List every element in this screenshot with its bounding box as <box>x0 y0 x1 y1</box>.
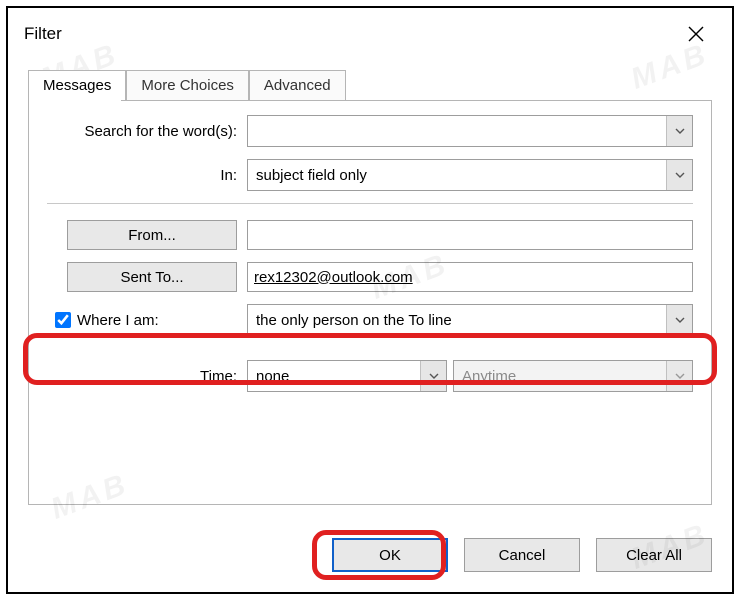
tab-more-choices[interactable]: More Choices <box>126 70 249 100</box>
where-i-am-combo[interactable]: the only person on the To line <box>247 304 693 336</box>
dialog-button-row: OK Cancel Clear All <box>332 538 712 572</box>
cancel-button-label: Cancel <box>499 547 546 564</box>
in-combo[interactable]: subject field only <box>247 159 693 191</box>
time-value: none <box>248 368 420 385</box>
where-i-am-label: Where I am: <box>77 312 159 329</box>
divider <box>47 203 693 204</box>
titlebar: Filter <box>10 10 730 56</box>
where-i-am-value: the only person on the To line <box>248 312 666 329</box>
tab-messages[interactable]: Messages <box>28 70 126 100</box>
search-combo[interactable] <box>247 115 693 147</box>
time-range-value: Anytime <box>454 368 666 385</box>
time-range-combo: Anytime <box>453 360 693 392</box>
search-dropdown-button[interactable] <box>666 116 692 146</box>
where-i-am-dropdown-button[interactable] <box>666 305 692 335</box>
tab-more-choices-label: More Choices <box>141 77 234 94</box>
tab-messages-label: Messages <box>43 77 111 94</box>
chevron-down-icon <box>675 126 685 136</box>
in-value: subject field only <box>248 167 666 184</box>
dialog-frame: Filter Messages More Choices Advanced <box>6 6 734 594</box>
time-dropdown-button[interactable] <box>420 361 446 391</box>
where-i-am-checkbox[interactable] <box>55 312 71 328</box>
cancel-button[interactable]: Cancel <box>464 538 580 572</box>
in-dropdown-button[interactable] <box>666 160 692 190</box>
tab-advanced-label: Advanced <box>264 77 331 94</box>
in-label: In: <box>47 167 247 184</box>
sent-to-input[interactable]: rex12302@outlook.com <box>247 262 693 292</box>
chevron-down-icon <box>675 170 685 180</box>
time-label: Time: <box>47 368 247 385</box>
row-search: Search for the word(s): <box>47 115 693 147</box>
tab-advanced[interactable]: Advanced <box>249 70 346 100</box>
tab-panel-messages: Search for the word(s): In: subject fiel… <box>28 100 712 505</box>
time-combo[interactable]: none <box>247 360 447 392</box>
clear-all-button[interactable]: Clear All <box>596 538 712 572</box>
chevron-down-icon <box>675 371 685 381</box>
row-where-i-am: Where I am: the only person on the To li… <box>47 304 693 336</box>
close-icon <box>688 26 704 42</box>
from-button[interactable]: From... <box>67 220 237 250</box>
close-button[interactable] <box>676 18 716 50</box>
filter-dialog: Filter Messages More Choices Advanced <box>10 10 730 590</box>
search-label: Search for the word(s): <box>47 123 247 140</box>
from-input[interactable] <box>247 220 693 250</box>
sent-to-button-label: Sent To... <box>120 269 183 286</box>
row-from: From... <box>47 220 693 250</box>
dialog-title: Filter <box>24 24 62 44</box>
time-range-dropdown-button <box>666 361 692 391</box>
sent-to-button[interactable]: Sent To... <box>67 262 237 292</box>
ok-button[interactable]: OK <box>332 538 448 572</box>
row-time: Time: none Anytime <box>47 360 693 392</box>
tab-strip: Messages More Choices Advanced <box>28 70 730 100</box>
chevron-down-icon <box>429 371 439 381</box>
ok-button-label: OK <box>379 547 401 564</box>
row-sent-to: Sent To... rex12302@outlook.com <box>47 262 693 292</box>
sent-to-value: rex12302@outlook.com <box>254 269 413 286</box>
chevron-down-icon <box>675 315 685 325</box>
clear-all-button-label: Clear All <box>626 547 682 564</box>
from-button-label: From... <box>128 227 176 244</box>
row-in: In: subject field only <box>47 159 693 191</box>
